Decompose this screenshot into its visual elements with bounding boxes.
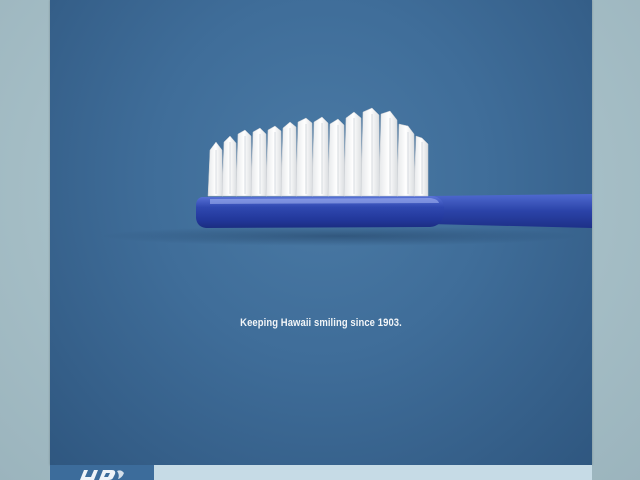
company-logo-icon	[80, 470, 124, 480]
logo-block	[50, 465, 154, 480]
toothbrush-icon	[100, 107, 592, 246]
advertisement-poster: Keeping Hawaii smiling since 1903.	[50, 0, 592, 465]
ad-tagline: Keeping Hawaii smiling since 1903.	[240, 317, 402, 329]
bristles	[207, 107, 429, 197]
